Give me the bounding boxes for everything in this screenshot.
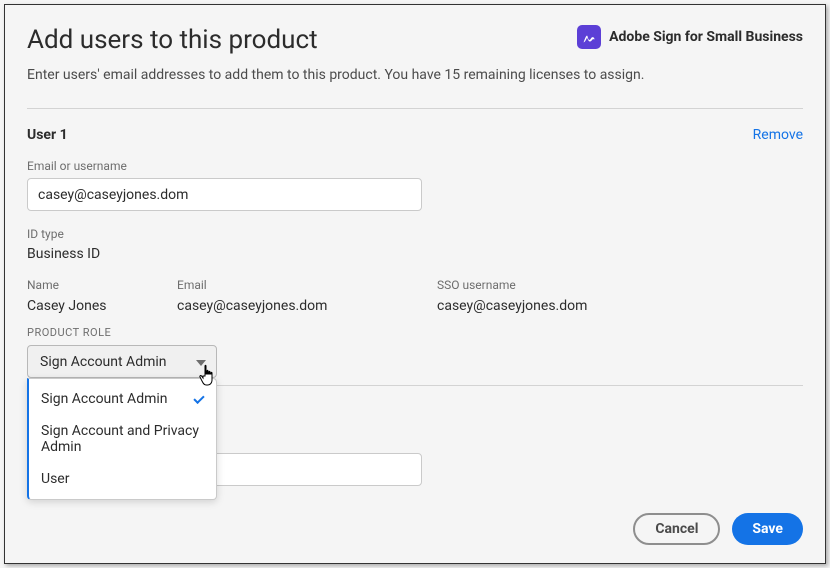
add-users-dialog: Add users to this product Adobe Sign for…	[4, 4, 826, 564]
email-input-label: Email or username	[27, 159, 803, 173]
email-value: casey@caseyjones.dom	[177, 298, 437, 314]
name-label: Name	[27, 278, 177, 292]
dropdown-option-user[interactable]: User	[29, 463, 216, 495]
remove-user-link[interactable]: Remove	[753, 127, 803, 143]
subtitle: Enter users' email addresses to add them…	[27, 67, 803, 83]
adobe-sign-icon	[577, 25, 601, 49]
product-name: Adobe Sign for Small Business	[609, 29, 803, 45]
save-button[interactable]: Save	[732, 513, 803, 545]
product-role-selected-value: Sign Account Admin	[40, 354, 167, 370]
header-row: Add users to this product Adobe Sign for…	[27, 25, 803, 55]
email-input[interactable]	[27, 178, 422, 211]
product-role-select[interactable]: Sign Account Admin	[27, 345, 217, 378]
user-section-header: User 1 Remove	[27, 127, 803, 143]
divider	[27, 108, 803, 109]
sso-label: SSO username	[437, 278, 803, 292]
footer-buttons: Cancel Save	[633, 513, 803, 545]
email-label: Email	[177, 278, 437, 292]
product-role-label: PRODUCT ROLE	[27, 326, 803, 339]
user-details-columns: Name Casey Jones Email casey@caseyjones.…	[27, 278, 803, 314]
idtype-label: ID type	[27, 227, 803, 241]
sso-value: casey@caseyjones.dom	[437, 298, 803, 314]
page-title: Add users to this product	[27, 25, 318, 55]
name-value: Casey Jones	[27, 298, 177, 314]
dropdown-option-sign-privacy-admin[interactable]: Sign Account and Privacy Admin	[29, 415, 216, 463]
product-badge: Adobe Sign for Small Business	[577, 25, 803, 49]
product-role-dropdown: Sign Account Admin Sign Account and Priv…	[27, 378, 217, 500]
idtype-value: Business ID	[27, 246, 803, 262]
dropdown-option-sign-account-admin[interactable]: Sign Account Admin	[29, 383, 216, 415]
user-section-title: User 1	[27, 127, 68, 143]
product-role-select-wrapper: Sign Account Admin Sign Account Admin Si…	[27, 345, 217, 378]
cancel-button[interactable]: Cancel	[633, 513, 720, 545]
chevron-down-icon	[196, 354, 206, 370]
